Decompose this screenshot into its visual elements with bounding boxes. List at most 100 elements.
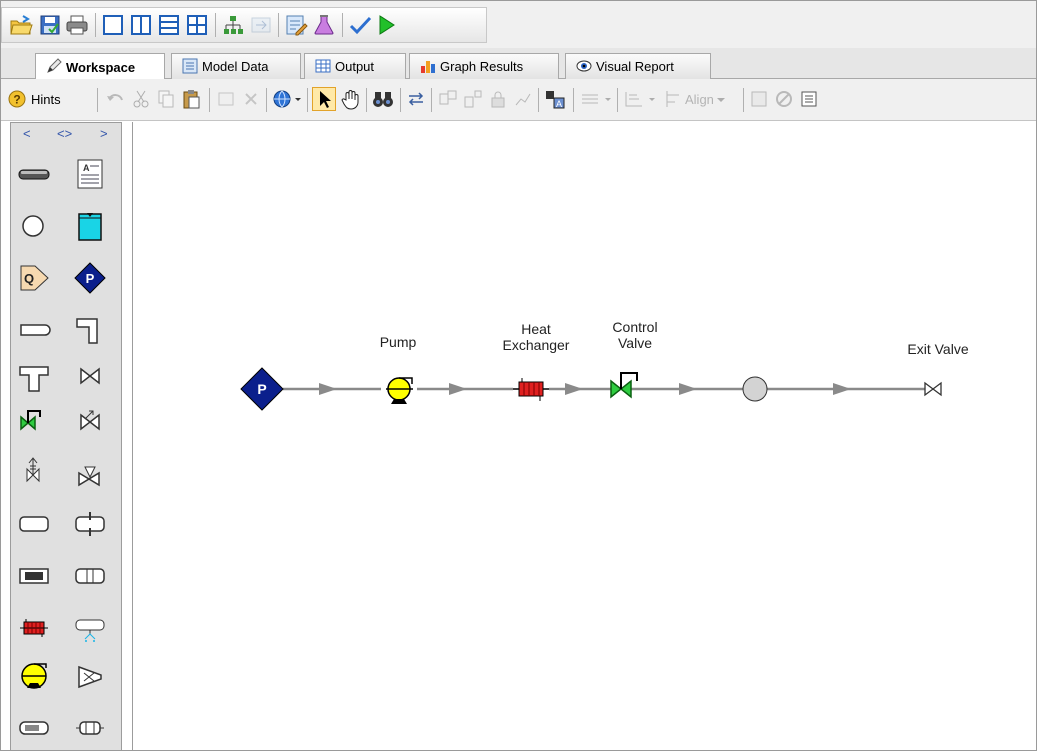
compressor-tool-icon[interactable] bbox=[73, 659, 107, 693]
svg-text:A: A bbox=[83, 163, 90, 173]
control-valve-label-line1: Control bbox=[612, 319, 658, 335]
branch-tool-icon[interactable] bbox=[17, 209, 51, 243]
heat-exchanger-node[interactable] bbox=[513, 378, 549, 401]
print-icon[interactable] bbox=[65, 13, 89, 37]
flask-icon[interactable] bbox=[312, 13, 336, 37]
globe-dropdown[interactable] bbox=[273, 88, 303, 110]
list-view-icon[interactable] bbox=[799, 88, 819, 110]
align-dropdown[interactable]: Align bbox=[664, 88, 728, 110]
lock-icon[interactable] bbox=[488, 88, 508, 110]
pan-hand-icon[interactable] bbox=[340, 88, 362, 110]
tile-vertical-icon[interactable] bbox=[129, 13, 153, 37]
select-pointer-icon[interactable] bbox=[312, 87, 336, 111]
line-style-dropdown[interactable] bbox=[579, 88, 613, 110]
annotation-tool-icon[interactable]: A bbox=[73, 157, 107, 191]
hints-button[interactable]: ? Hints bbox=[7, 88, 69, 110]
svg-text:A: A bbox=[556, 99, 562, 109]
control-valve-node[interactable] bbox=[610, 372, 638, 399]
copy-icon[interactable] bbox=[156, 88, 176, 110]
three-way-valve-tool-icon[interactable] bbox=[73, 461, 107, 495]
pipe-1[interactable] bbox=[283, 383, 381, 395]
reverse-direction-icon[interactable] bbox=[406, 88, 426, 110]
ungroup-icon[interactable] bbox=[463, 88, 483, 110]
single-window-icon[interactable] bbox=[101, 13, 125, 37]
workspace-diagram bbox=[240, 367, 942, 411]
svg-text:Q: Q bbox=[24, 271, 34, 286]
paste-icon[interactable] bbox=[181, 88, 201, 110]
pipe-5[interactable] bbox=[767, 383, 925, 395]
orifice-tool-icon[interactable] bbox=[73, 507, 107, 541]
application-window: Workspace Model Data Output Graph Result… bbox=[0, 0, 1037, 751]
tab-graph-results-label: Graph Results bbox=[440, 59, 524, 74]
prohibit-icon[interactable] bbox=[774, 88, 794, 110]
tab-graph-results[interactable]: Graph Results bbox=[409, 53, 559, 79]
save-icon[interactable] bbox=[38, 13, 62, 37]
pump-label: Pump bbox=[379, 334, 417, 350]
transfer-icon[interactable] bbox=[249, 13, 273, 37]
tile-grid-icon[interactable] bbox=[185, 13, 209, 37]
cut-icon[interactable] bbox=[131, 88, 151, 110]
check-valve-tool-icon[interactable] bbox=[73, 403, 107, 437]
component-palette: < <> > A Q P bbox=[10, 122, 122, 750]
tab-output[interactable]: Output bbox=[304, 53, 406, 79]
spray-discharge-tool-icon[interactable] bbox=[73, 611, 107, 645]
binoculars-icon[interactable] bbox=[372, 88, 394, 110]
exit-valve-node[interactable] bbox=[924, 381, 942, 397]
area-change-tool-icon[interactable] bbox=[17, 559, 51, 593]
palette-prev-button[interactable]: < bbox=[23, 126, 31, 141]
group-icon[interactable] bbox=[438, 88, 458, 110]
tee-tool-icon[interactable] bbox=[17, 361, 51, 395]
svg-text:P: P bbox=[86, 271, 95, 286]
reservoir-tool-icon[interactable] bbox=[73, 209, 107, 243]
tab-visual-report[interactable]: Visual Report bbox=[565, 53, 711, 79]
pipe-2[interactable] bbox=[417, 383, 513, 395]
general-component-tool-icon[interactable] bbox=[17, 507, 51, 541]
check-model-icon[interactable] bbox=[348, 13, 372, 37]
undo-icon[interactable] bbox=[105, 88, 125, 110]
scenario-tree-icon[interactable] bbox=[221, 13, 245, 37]
properties-icon[interactable] bbox=[749, 88, 769, 110]
tile-horizontal-icon[interactable] bbox=[157, 13, 181, 37]
dead-end-tool-icon[interactable] bbox=[17, 711, 51, 745]
tab-output-label: Output bbox=[335, 59, 375, 74]
workspace-canvas[interactable]: P Pump Heat Exchanger Control Valve Exit… bbox=[132, 122, 1036, 750]
control-valve-label-line2: Valve bbox=[618, 335, 652, 351]
tab-model-data-label: Model Data bbox=[202, 59, 269, 74]
assigned-flow-tool-icon[interactable]: Q bbox=[17, 261, 51, 295]
elbow-tool-icon[interactable] bbox=[73, 313, 107, 347]
pipe-tool-icon[interactable] bbox=[17, 157, 51, 191]
pump-node[interactable] bbox=[386, 377, 413, 404]
chevron-down-icon bbox=[716, 98, 725, 102]
junction-node[interactable] bbox=[742, 376, 768, 402]
model-data-icon bbox=[182, 58, 198, 74]
edit-report-icon[interactable] bbox=[284, 13, 308, 37]
valve-tool-icon[interactable] bbox=[73, 361, 107, 395]
eye-icon bbox=[576, 58, 592, 74]
exit-valve-label: Exit Valve bbox=[907, 341, 969, 357]
pump-tool-icon[interactable] bbox=[17, 659, 51, 693]
layout-dropdown[interactable] bbox=[623, 88, 657, 110]
palette-next-button[interactable]: > bbox=[100, 126, 108, 141]
pipe-4[interactable] bbox=[631, 383, 743, 395]
select-all-icon[interactable] bbox=[216, 88, 236, 110]
open-icon[interactable] bbox=[9, 13, 33, 37]
tab-bar: Workspace Model Data Output Graph Result… bbox=[1, 48, 1036, 80]
find-replace-icon[interactable]: A bbox=[544, 88, 566, 110]
pipe-3[interactable] bbox=[549, 383, 611, 395]
chart-icon[interactable] bbox=[513, 88, 533, 110]
align-icon bbox=[666, 91, 679, 107]
relief-valve-tool-icon[interactable] bbox=[17, 453, 51, 487]
align-label: Align bbox=[685, 91, 714, 107]
palette-toggle-button[interactable]: <> bbox=[57, 126, 72, 141]
tab-model-data[interactable]: Model Data bbox=[171, 53, 301, 79]
volume-balance-tool-icon[interactable] bbox=[73, 711, 107, 745]
bend-tool-icon[interactable] bbox=[17, 313, 51, 347]
heat-exchanger-tool-icon[interactable] bbox=[17, 611, 51, 645]
tab-workspace[interactable]: Workspace bbox=[35, 53, 165, 80]
run-model-icon[interactable] bbox=[374, 13, 398, 37]
screen-tool-icon[interactable] bbox=[73, 559, 107, 593]
delete-icon[interactable] bbox=[241, 88, 261, 110]
assigned-pressure-tool-icon[interactable]: P bbox=[73, 261, 107, 295]
control-valve-tool-icon[interactable] bbox=[17, 403, 51, 437]
main-toolbar bbox=[1, 1, 1036, 48]
